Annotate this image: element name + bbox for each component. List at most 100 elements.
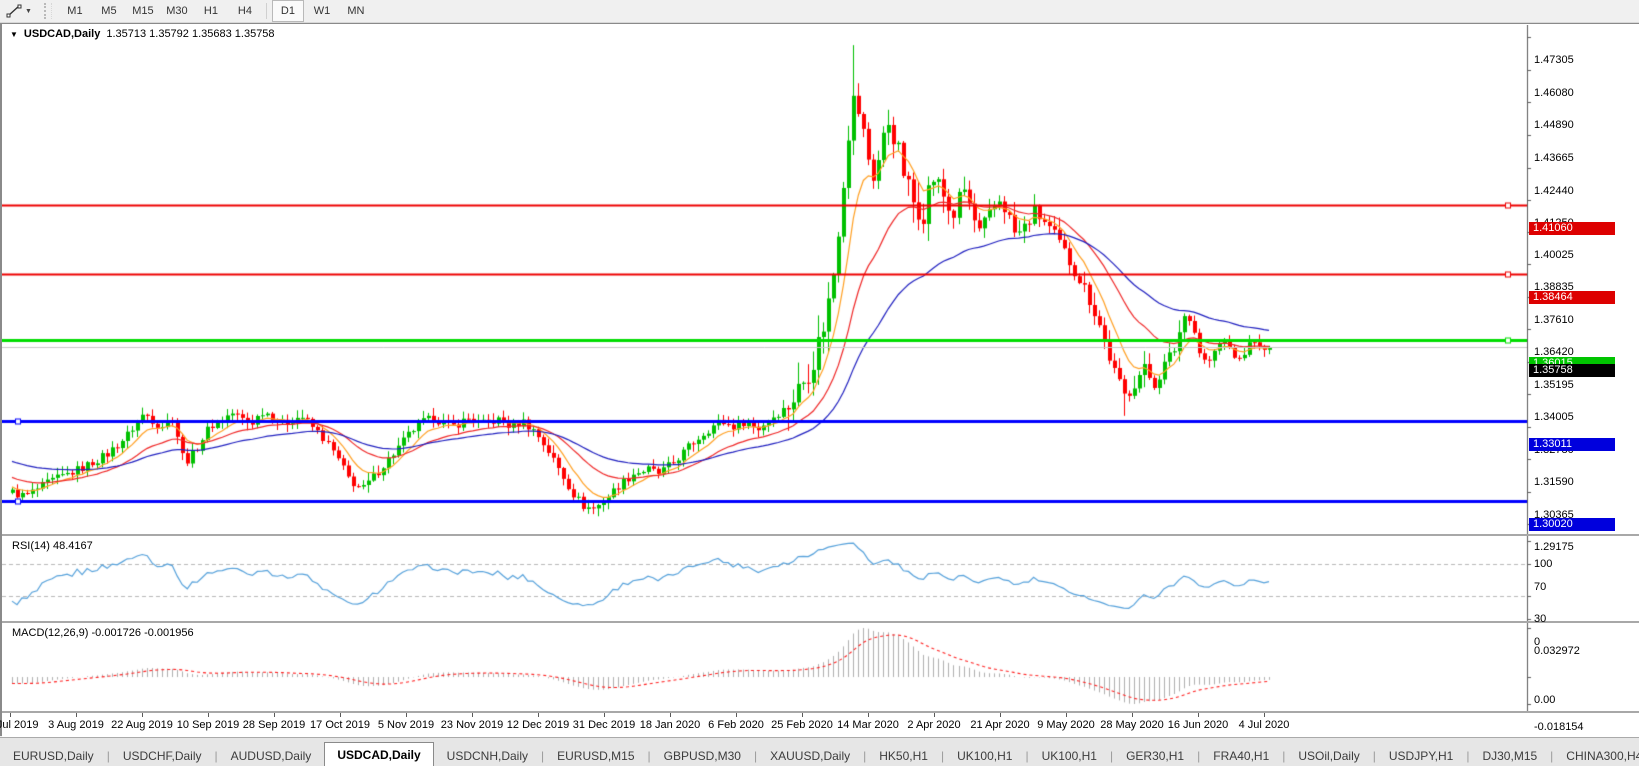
date-tick-mark [1264,713,1265,717]
macd-axis-tick: 0.00 [1534,694,1555,706]
date-tick-mark [1066,713,1067,717]
date-tick-mark [76,713,77,717]
rsi-axis-tick: 30 [1534,613,1546,625]
timeframe-buttons: M1M5M15M30H1H4 D1W1MN [58,0,373,22]
chart-tab-eurusd-daily[interactable]: EURUSD,Daily [0,744,107,766]
chart-tab-dj30-m15[interactable]: DJ30,M15 [1469,744,1550,766]
date-tick-mark [472,713,473,717]
date-tick-mark [604,713,605,717]
date-axis-label: 22 Aug 2019 [111,719,173,731]
date-axis-label: 9 May 2020 [1037,719,1094,731]
mt4-terminal: ▼ M1M5M15M30H1H4 D1W1MN 16 Jul 2019 3 Aug … [0,0,1639,766]
timeframe-button-mn[interactable]: MN [340,0,372,22]
chart-tab-usdjpy-h1[interactable]: USDJPY,H1 [1376,744,1466,766]
date-tick-mark [934,713,935,717]
date-tick-mark [868,713,869,717]
date-tick-mark [142,713,143,717]
chart-tab-uk100-h1[interactable]: UK100,H1 [1029,744,1110,766]
chart-tab-bar: EURUSD,Daily|USDCHF,Daily|AUDUSD,DailyUS… [0,737,1639,766]
price-level-badge: 1.33011 [1529,438,1615,451]
price-axis-tick: 1.44890 [1534,119,1574,131]
timeframe-button-w1[interactable]: W1 [306,0,338,22]
price-axis-tick: 1.31590 [1534,476,1574,488]
timeframe-button-h4[interactable]: H4 [229,0,261,22]
date-axis-label: 16 Jun 2020 [1168,719,1229,731]
date-axis-label: 4 Jul 2020 [1239,719,1290,731]
date-axis-label: 28 Sep 2019 [243,719,305,731]
date-tick-mark [340,713,341,717]
timeframe-button-h1[interactable]: H1 [195,0,227,22]
date-axis-label: 2 Apr 2020 [907,719,960,731]
chart-tab-xauusd-daily[interactable]: XAUUSD,Daily [757,744,863,766]
date-axis-label: 25 Feb 2020 [771,719,833,731]
date-axis-label: 31 Dec 2019 [573,719,635,731]
date-axis-label: 21 Apr 2020 [970,719,1029,731]
date-tick-mark [670,713,671,717]
date-tick-mark [10,713,11,717]
price-axis-tick: 1.43665 [1534,152,1574,164]
chart-tab-usdcad-daily[interactable]: USDCAD,Daily [324,742,433,766]
rsi-axis-tick: 100 [1534,558,1552,570]
date-axis-label: 5 Nov 2019 [378,719,434,731]
chart-tab-hk50-h1[interactable]: HK50,H1 [866,744,941,766]
price-axis-tick: 1.46080 [1534,87,1574,99]
price-axis-tick: 1.37610 [1534,314,1574,326]
main-chart-canvas[interactable] [2,25,1639,534]
chart-tab-uk100-h1[interactable]: UK100,H1 [944,744,1025,766]
date-tick-mark [274,713,275,717]
date-axis-label: 14 Mar 2020 [837,719,899,731]
chart-tab-gbpusd-m30[interactable]: GBPUSD,M30 [651,744,754,766]
date-tick-mark [208,713,209,717]
price-axis-tick: 1.42440 [1534,185,1574,197]
date-tick-mark [802,713,803,717]
toolbar-separator [266,3,267,19]
timeframe-button-m1[interactable]: M1 [59,0,91,22]
chart-tab-ger30-h1[interactable]: GER30,H1 [1113,744,1197,766]
date-tick-mark [1000,713,1001,717]
chart-tab-china300-h4[interactable]: CHINA300,H4 [1553,744,1639,766]
toolbar-drag-handle[interactable] [44,3,52,19]
rsi-indicator-label: RSI(14) 48.4167 [12,540,93,552]
price-axis-tick: 1.40025 [1534,249,1574,261]
date-axis[interactable]: 16 Jul 20193 Aug 201922 Aug 201910 Sep 2… [2,713,1639,737]
price-level-badge: 1.38464 [1529,291,1615,304]
price-axis-tick: 1.34005 [1534,411,1574,423]
date-axis-label: 12 Dec 2019 [507,719,569,731]
line-studies-tool-button[interactable]: ▼ [0,1,38,21]
rsi-pane-canvas[interactable] [2,536,1639,621]
chevron-down-icon: ▼ [25,8,32,15]
chart-window: 16 Jul 20193 Aug 201922 Aug 201910 Sep 2… [0,23,1639,736]
chart-tab-usdcnh-daily[interactable]: USDCNH,Daily [434,744,541,766]
collapse-triangle-icon: ▼ [10,30,18,39]
date-axis-label: 3 Aug 2019 [48,719,104,731]
date-axis-label: 16 Jul 2019 [0,719,38,731]
price-axis-tick: 1.35195 [1534,379,1574,391]
chart-tab-audusd-daily[interactable]: AUDUSD,Daily [218,744,325,766]
timeframe-button-d1[interactable]: D1 [272,0,304,22]
date-axis-label: 17 Oct 2019 [310,719,370,731]
price-level-badge: 1.41060 [1529,222,1615,235]
macd-axis-tick: -0.018154 [1534,721,1584,733]
price-level-badge: 1.30020 [1529,518,1615,531]
price-level-badge: 1.35758 [1529,364,1615,377]
chart-ohlc-values: 1.35713 1.35792 1.35683 1.35758 [106,28,274,40]
chart-tab-usdchf-daily[interactable]: USDCHF,Daily [110,744,215,766]
date-axis-label: 23 Nov 2019 [441,719,503,731]
chart-tab-eurusd-m15[interactable]: EURUSD,M15 [544,744,647,766]
timeframe-button-m15[interactable]: M15 [127,0,159,22]
price-axis-tick: 1.47305 [1534,54,1574,66]
timeframe-toolbar: ▼ M1M5M15M30H1H4 D1W1MN [0,0,1639,23]
chart-tab-fra40-h1[interactable]: FRA40,H1 [1200,744,1282,766]
chart-symbol-label: USDCAD,Daily [24,28,100,40]
timeframe-button-m5[interactable]: M5 [93,0,125,22]
date-tick-mark [538,713,539,717]
macd-axis-tick: 0.032972 [1534,645,1580,657]
timeframe-button-m30[interactable]: M30 [161,0,193,22]
chart-tab-usoil-daily[interactable]: USOil,Daily [1285,744,1372,766]
date-tick-mark [1132,713,1133,717]
chart-title: ▼ USDCAD,Daily 1.35713 1.35792 1.35683 1… [10,28,275,40]
line-studies-icon [6,4,22,18]
macd-pane-canvas[interactable] [2,623,1639,711]
date-tick-mark [406,713,407,717]
date-tick-mark [736,713,737,717]
